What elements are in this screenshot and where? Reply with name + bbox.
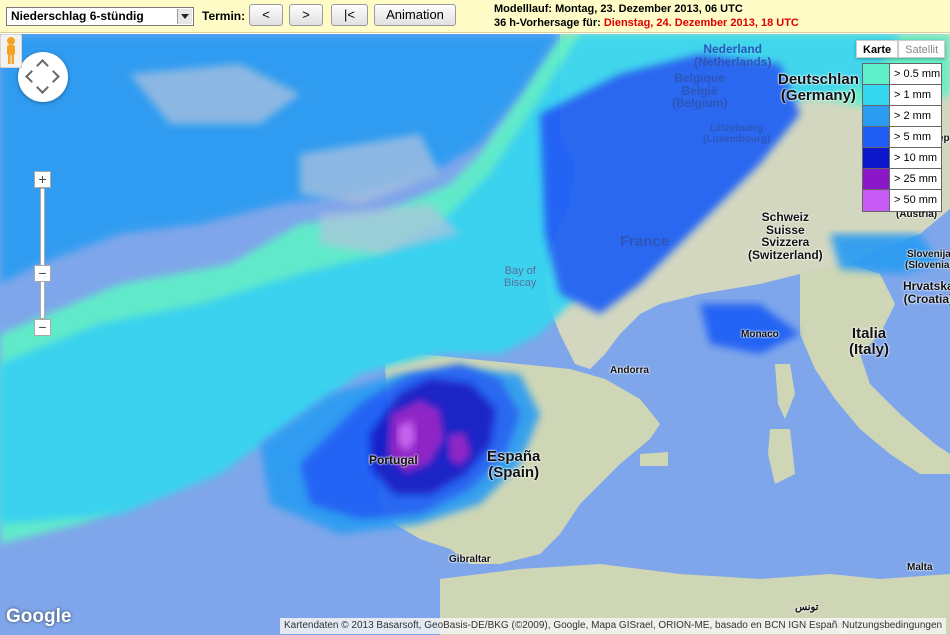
label-malta: Malta (907, 562, 933, 573)
zoom-slider-track[interactable] (40, 188, 45, 319)
legend-swatch (863, 169, 890, 189)
legend-label: > 25 mm (894, 173, 938, 185)
label-italy: Italia (Italy) (849, 325, 890, 358)
animation-button[interactable]: Animation (374, 4, 456, 26)
label-luxembourg: Lëtzebuerg (Luxembourg) (703, 123, 771, 145)
label-bay-of-biscay: Bay of Biscay (504, 265, 537, 289)
label-portugal: Portugal (369, 453, 418, 467)
forecast-prefix: 36 h-Vorhersage für: (494, 17, 601, 29)
forecast-time: Dienstag, 24. Dezember 2013, 18 UTC (603, 17, 799, 29)
pan-right-icon[interactable] (47, 70, 60, 83)
zoom-out-button[interactable]: − (34, 319, 51, 336)
termin-label: Termin: (202, 9, 246, 23)
label-spain: España (Spain) (487, 448, 541, 481)
precipitation-legend: > 0.5 mm > 1 mm > 2 mm > 5 mm > 10 mm > 25 mm… (862, 63, 942, 212)
map-canvas[interactable]: Nederland (Netherlands) Belgique België (Be… (0, 34, 950, 635)
label-gibraltar: Gibraltar (449, 554, 491, 565)
legend-row: > 25 mm (863, 169, 941, 190)
pegman-icon[interactable] (0, 34, 22, 68)
legend-row: > 1 mm (863, 85, 941, 106)
label-switzerland: Schweiz Suisse Svizzera (Switzerland) (748, 210, 823, 262)
legend-label: > 2 mm (894, 110, 931, 122)
google-logo: Google (6, 606, 72, 627)
label-monaco: Monaco (741, 329, 779, 340)
legend-swatch (863, 190, 890, 211)
model-run-text: Modelllauf: Montag, 23. Dezember 2013, 0… (494, 3, 743, 15)
legend-swatch (863, 106, 890, 126)
legend-row: > 2 mm (863, 106, 941, 127)
legend-swatch (863, 85, 890, 105)
label-germany: Deutschlan (Germany) (778, 71, 859, 104)
label-belgium: Belgique België (Belgium) (672, 71, 728, 111)
legend-label: > 10 mm (894, 152, 938, 164)
map-svg (0, 34, 950, 635)
toolbar: Niederschlag 6-stündig Termin: < > |< An… (0, 0, 950, 33)
legend-label: > 1 mm (894, 89, 931, 101)
legend-row: > 5 mm (863, 127, 941, 148)
legend-label: > 0.5 mm (894, 68, 941, 80)
label-france: France (620, 233, 670, 250)
legend-row: > 50 mm (863, 190, 941, 211)
zoom-slider-handle[interactable]: − (34, 265, 51, 282)
legend-swatch (863, 148, 890, 168)
legend-swatch (863, 127, 890, 147)
legend-label: > 5 mm (894, 131, 931, 143)
pan-control[interactable] (18, 52, 68, 102)
map-type-control: Karte Satellit (856, 40, 946, 58)
product-select[interactable]: Niederschlag 6-stündig (6, 7, 194, 26)
label-nederland: Nederland (Netherlands) (694, 42, 772, 69)
pan-down-icon[interactable] (36, 81, 49, 94)
prev-button[interactable]: < (249, 4, 283, 26)
map-type-map-button[interactable]: Karte (856, 40, 899, 58)
pan-left-icon[interactable] (25, 70, 38, 83)
legend-row: > 10 mm (863, 148, 941, 169)
label-tunis: تونس (795, 602, 819, 613)
pan-up-icon[interactable] (36, 59, 49, 72)
zoom-in-button[interactable]: + (34, 171, 51, 188)
label-croatia: Hrvatska (Croatia) (903, 279, 950, 306)
first-button[interactable]: |< (331, 4, 368, 26)
legend-label: > 50 mm (894, 194, 938, 206)
legend-swatch (863, 64, 890, 84)
label-andorra: Andorra (610, 365, 649, 376)
terms-link[interactable]: Nutzungsbedingungen (838, 618, 947, 634)
map-type-satellite-button[interactable]: Satellit (898, 40, 946, 58)
product-select-value: Niederschlag 6-stündig (11, 9, 144, 23)
legend-row: > 0.5 mm (863, 64, 941, 85)
map-data-attribution: Kartendaten © 2013 Basarsoft, GeoBasis-D… (280, 618, 847, 634)
forecast-text: 36 h-Vorhersage für: Dienstag, 24. Dezem… (494, 17, 799, 29)
land-balearics (640, 452, 668, 466)
next-button[interactable]: > (289, 4, 323, 26)
chevron-down-icon[interactable] (177, 9, 192, 24)
label-slovenia: Slovenija (Slovenia) (905, 249, 950, 271)
